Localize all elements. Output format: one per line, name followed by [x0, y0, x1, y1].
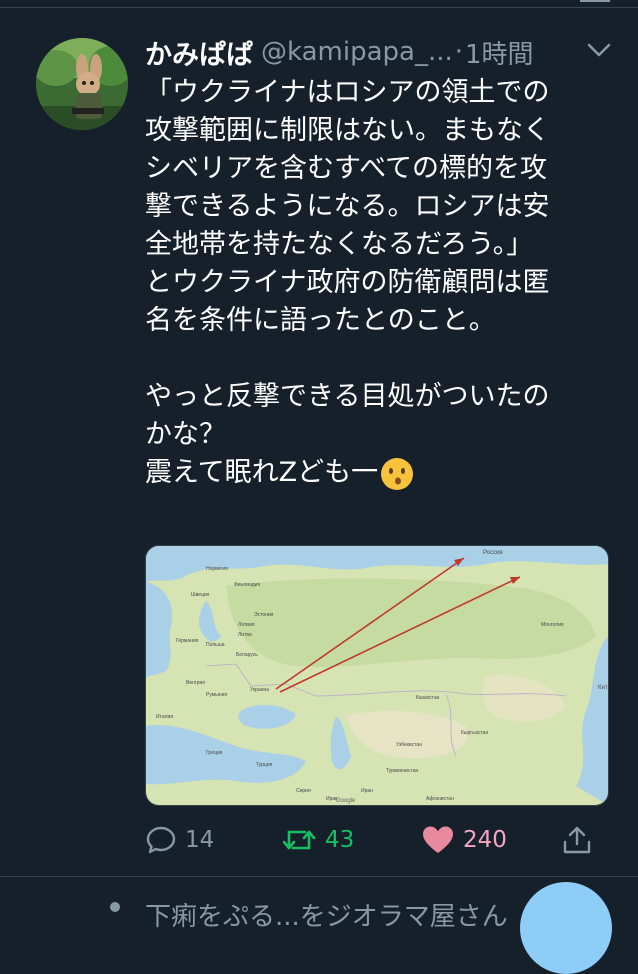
tweet-line: 撃できるようになる。ロシアは安 — [145, 191, 550, 222]
next-tweet-preview[interactable]: 下痢をぷる...をジオラマ屋さん — [145, 896, 525, 933]
map-google-logo: Google — [336, 798, 356, 804]
reply-count: 14 — [185, 827, 215, 853]
tweet-line: シベリアを含むすべての標的を攻 — [145, 153, 548, 184]
tweet-actions: 14 43 240 — [145, 818, 605, 862]
tweet-line: とウクライナ政府の防衛顧問は匿 — [145, 267, 550, 298]
user-handle[interactable]: @kamipapa_... — [261, 37, 453, 67]
kissing-face-emoji — [380, 457, 414, 491]
map-label-kazakhstan: Казахстан — [416, 695, 440, 701]
avatar[interactable] — [36, 38, 128, 130]
map-label-afghanistan: Афганистан — [426, 796, 454, 802]
next-tweet-indicator — [110, 902, 120, 912]
separator-dot: · — [454, 37, 464, 67]
tweet-line: 全地帯を持たなくなるだろう。」 — [145, 229, 534, 260]
map-label-mongolia: Монголия — [541, 622, 564, 628]
retweet-button[interactable]: 43 — [281, 818, 354, 862]
top-divider — [0, 7, 638, 8]
map-label-poland: Польша — [206, 642, 225, 648]
map-label-finland: Финляндия — [234, 582, 260, 588]
retweet-icon — [282, 830, 316, 850]
map-label-belarus: Беларусь — [236, 652, 258, 658]
tweet-text: 「ウクライナはロシアの領土での 攻撃範囲に制限はない。まもなく シベリアを含むす… — [145, 74, 605, 492]
display-name[interactable]: かみぱぱ — [145, 33, 253, 72]
share-icon — [563, 826, 591, 854]
map-label-iran: Иран — [361, 788, 373, 794]
tweet-line: かな？ — [145, 419, 226, 450]
map-label-italy: Италия — [156, 714, 173, 720]
map-label-turkmenistan: Туркменистан — [386, 768, 418, 774]
retweet-count: 43 — [325, 827, 355, 853]
map-label-greece: Греция — [206, 750, 223, 756]
tweet-line-last: 震えて眠れZども一 — [145, 454, 605, 492]
map-label-hungary: Венгрия — [186, 680, 205, 686]
map-label-latvia: Латвия — [238, 622, 255, 628]
map-label-sweden: Швеция — [191, 592, 210, 598]
map-image: Россия Украина Казахстан Монголия Польша… — [146, 546, 608, 805]
map-label-syria: Сирия — [296, 788, 311, 794]
like-button[interactable]: 240 — [421, 818, 507, 862]
tweet-line: 攻撃範囲に制限はない。まもなく — [145, 115, 550, 146]
timestamp[interactable]: 1時間 — [465, 34, 534, 71]
top-stub — [580, 0, 610, 2]
map-label-norway: Норвегия — [206, 566, 228, 572]
map-label-uzbekistan: Узбекистан — [396, 742, 422, 748]
like-count: 240 — [463, 827, 507, 853]
map-label-edge: Кит — [598, 685, 608, 691]
map-label-russia: Россия — [483, 550, 503, 556]
map-label-turkey: Турция — [256, 762, 273, 768]
map-image-card[interactable]: Россия Украина Казахстан Монголия Польша… — [145, 545, 609, 806]
reply-button[interactable]: 14 — [145, 818, 214, 862]
tweet-line: 「ウクライナはロシアの領土での — [145, 77, 550, 108]
map-label-germany: Германия — [176, 638, 199, 644]
heart-icon — [423, 826, 453, 853]
avatar-image — [36, 38, 128, 130]
tweet-line: 震えて眠れZども一 — [145, 457, 379, 488]
tweet-line: 名を条件に語ったとのこと。 — [145, 305, 496, 336]
map-label-ukraine: Украина — [250, 687, 269, 693]
reply-icon — [146, 826, 176, 854]
map-label-kyrgyzstan: Кыргызстан — [461, 730, 488, 736]
map-label-estonia: Эстония — [254, 612, 274, 618]
share-button[interactable] — [561, 818, 593, 862]
map-label-romania: Румыния — [206, 692, 227, 698]
tweet-header: かみぱぱ @kamipapa_... · 1時間 — [145, 32, 615, 72]
map-label-lithuania: Литва — [238, 632, 252, 638]
chevron-down-icon[interactable] — [586, 40, 612, 60]
tweet-line: やっと反撃できる目処がついたの — [145, 381, 550, 412]
compose-tweet-button[interactable] — [520, 882, 612, 974]
tweet-divider — [0, 876, 638, 877]
